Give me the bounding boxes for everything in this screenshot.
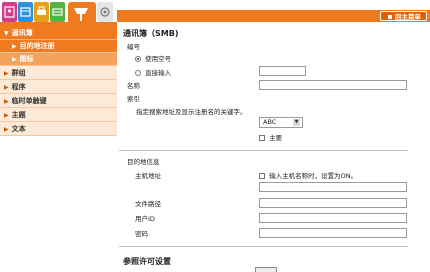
number-input[interactable] xyxy=(259,66,306,76)
triangle-down-icon: ▼ xyxy=(4,30,9,37)
triangle-right-icon: ▶ xyxy=(4,112,9,119)
main-checkbox-label: 主要 xyxy=(269,134,283,142)
print-icon[interactable] xyxy=(34,2,49,22)
sidebar-subitem-label: 图标 xyxy=(19,55,34,63)
user-id-input[interactable] xyxy=(259,213,407,223)
sidebar-item-program[interactable]: ▶ 程序 xyxy=(0,80,117,94)
user-mode-icon[interactable] xyxy=(2,2,17,22)
user-id-label: 用户ID xyxy=(135,215,155,223)
sidebar-item-address-book[interactable]: ▼ 通讯簿 xyxy=(0,26,117,40)
sidebar-subitem-label: 目的地注册 xyxy=(19,42,55,50)
index-label: 索引 xyxy=(127,95,140,103)
back-button-label: 回主菜单 xyxy=(395,13,421,21)
sidebar-item-label: 文本 xyxy=(11,125,26,133)
radio-direct-input[interactable]: 直接输入 xyxy=(135,67,171,77)
triangle-right-icon: ▶ xyxy=(4,98,9,105)
host-name-checkbox-label: 输入主机名称时，设置为ON。 xyxy=(269,172,358,180)
main-checkbox[interactable] xyxy=(259,135,265,141)
sidebar-subitem-destination-registration[interactable]: ▶ 目的地注册 xyxy=(0,40,117,53)
main-checkbox-row[interactable]: 主要 xyxy=(259,132,282,142)
sidebar-item-label: 程序 xyxy=(11,83,26,91)
sidebar-item-text[interactable]: ▶ 文本 xyxy=(0,122,117,136)
page-title: 通讯簿（SMB) xyxy=(123,29,179,38)
sidebar: ▼ 通讯簿 ▶ 目的地注册 ▶ 图标 ▶ 群组 ▶ 程序 ▶ 临时单触键 ▶ 主题 ▶ 文本 xyxy=(0,26,117,272)
number-label: 编号 xyxy=(127,43,140,51)
main-form: 通讯簿（SMB) 编号 使用空号 直接输入 名称 索引 指定搜索地址及显示注册名… xyxy=(119,24,430,272)
triangle-right-icon: ▶ xyxy=(4,84,9,91)
sidebar-item-label: 主题 xyxy=(11,111,26,119)
chevron-down-icon: ▼ xyxy=(293,119,300,126)
radio-label: 使用空号 xyxy=(145,55,172,63)
reference-permission-title: 参照许可设置 xyxy=(123,257,171,266)
host-name-checkbox[interactable] xyxy=(259,173,265,179)
header-bar: 回主菜单 xyxy=(117,10,430,22)
store-address-icon[interactable] xyxy=(97,2,113,22)
triangle-right-icon: ▶ xyxy=(12,43,17,50)
triangle-right-icon: ▶ xyxy=(4,126,9,133)
password-input[interactable] xyxy=(259,228,407,238)
file-path-label: 文件路径 xyxy=(135,200,161,208)
password-label: 密码 xyxy=(135,230,148,238)
sidebar-item-subject[interactable]: ▶ 主题 xyxy=(0,108,117,122)
host-name-checkbox-row[interactable]: 输入主机名称时，设置为ON。 xyxy=(259,170,357,180)
radio-button[interactable] xyxy=(135,70,141,76)
name-input[interactable] xyxy=(259,80,407,90)
sidebar-item-group[interactable]: ▶ 群组 xyxy=(0,66,117,80)
index-hint: 指定搜索地址及显示注册名的关键字。 xyxy=(136,108,247,116)
file-path-input[interactable] xyxy=(259,198,407,208)
fax-icon[interactable] xyxy=(68,2,96,24)
sidebar-item-label: 群组 xyxy=(11,69,26,77)
reference-permission-control[interactable] xyxy=(255,267,277,272)
scan-icon[interactable] xyxy=(50,2,65,22)
radio-button[interactable] xyxy=(135,56,141,62)
name-label: 名称 xyxy=(127,82,140,90)
sidebar-item-label: 通讯簿 xyxy=(11,29,33,37)
triangle-right-icon: ▶ xyxy=(12,56,17,63)
destination-info-title: 目的地信息 xyxy=(127,158,160,166)
mode-tabs xyxy=(2,2,114,24)
index-select-value: ABC xyxy=(263,118,277,126)
host-address-label: 主机地址 xyxy=(135,172,161,180)
sidebar-subitem-icon[interactable]: ▶ 图标 xyxy=(0,53,117,66)
back-to-main-menu-button[interactable]: 回主菜单 xyxy=(380,11,427,21)
sidebar-item-label: 临时单触键 xyxy=(11,97,47,105)
divider xyxy=(119,246,408,247)
radio-label: 直接输入 xyxy=(145,69,172,77)
host-address-input[interactable] xyxy=(259,182,407,192)
radio-use-free-number[interactable]: 使用空号 xyxy=(135,53,171,63)
square-icon xyxy=(388,15,392,19)
index-select[interactable]: ABC ▼ xyxy=(259,117,303,128)
box-icon[interactable] xyxy=(18,2,33,22)
divider xyxy=(119,150,408,151)
triangle-right-icon: ▶ xyxy=(4,70,9,77)
sidebar-item-temporary-one-touch[interactable]: ▶ 临时单触键 xyxy=(0,94,117,108)
